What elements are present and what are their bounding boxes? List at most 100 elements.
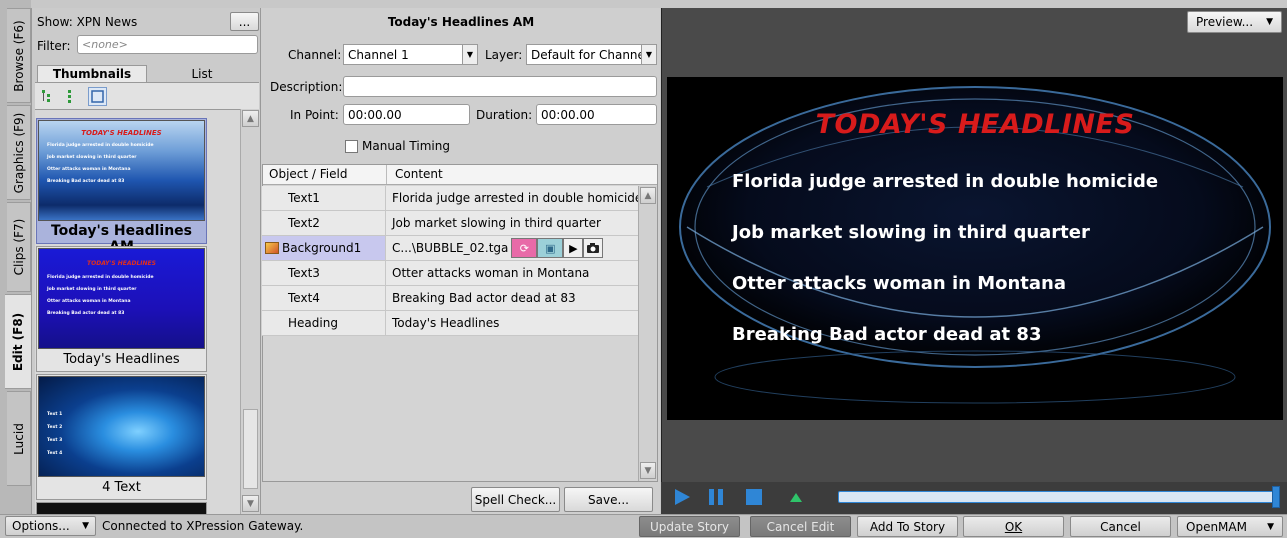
table-row[interactable]: Heading Today's Headlines <box>262 311 638 336</box>
thumbnail-line: Text 2 <box>47 425 63 430</box>
row-field: Heading <box>262 311 386 335</box>
filter-label: Filter: <box>37 39 71 53</box>
browse-image-icon[interactable]: ▣ <box>537 238 564 258</box>
description-input[interactable] <box>343 76 657 97</box>
thumbnail-line: Breaking Bad actor dead at 83 <box>47 311 125 316</box>
table-row[interactable]: Text2 Job market slowing in third quarte… <box>262 211 638 236</box>
thumbnail-heading: TODAY'S HEADLINES <box>87 260 156 267</box>
table-row[interactable]: Text3 Otter attacks woman in Montana <box>262 261 638 286</box>
scroll-down-button[interactable]: ▼ <box>640 462 656 479</box>
col-header-field[interactable]: Object / Field <box>263 165 387 184</box>
openmam-button[interactable]: OpenMAM ▼ <box>1177 516 1283 537</box>
eject-icon[interactable] <box>789 491 803 505</box>
cancel-edit-button[interactable]: Cancel Edit <box>750 516 851 537</box>
scroll-up-button[interactable]: ▲ <box>640 187 656 204</box>
frame-view-icon[interactable] <box>88 87 107 106</box>
thumbnail-item[interactable]: TODAY'S HEADLINES Florida judge arrested… <box>36 118 207 255</box>
timeline-slider-thumb[interactable] <box>1272 486 1280 508</box>
row-content[interactable]: C...\BUBBLE_02.tga <box>392 241 508 255</box>
tab-thumbnails[interactable]: Thumbnails <box>37 65 147 82</box>
row-field: Text1 <box>262 186 386 210</box>
show-more-button[interactable]: ... <box>230 12 259 31</box>
channel-label: Channel: <box>288 48 342 62</box>
show-label: Show: XPN News <box>37 15 138 29</box>
stop-icon[interactable] <box>744 487 764 507</box>
camera-icon[interactable] <box>583 238 604 258</box>
row-field: Text4 <box>262 286 386 310</box>
preview-line: Job market slowing in third quarter <box>732 222 1090 243</box>
row-field: Text2 <box>262 211 386 235</box>
play-icon[interactable] <box>672 487 692 507</box>
preview-line: Otter attacks woman in Montana <box>732 273 1067 294</box>
grid-scrollbar[interactable]: ▲ ▼ <box>638 186 657 481</box>
channel-value: Channel 1 <box>348 47 409 62</box>
thumbnail-line: Otter attacks woman in Montana <box>47 299 131 304</box>
side-tab-strip: Browse (F6) Graphics (F9) Clips (F7) Edi… <box>0 0 32 514</box>
editor-title: Today's Headlines AM <box>387 15 535 29</box>
row-content[interactable]: Breaking Bad actor dead at 83 <box>386 291 638 305</box>
tab-list[interactable]: List <box>147 66 257 82</box>
preview-line: Breaking Bad actor dead at 83 <box>732 324 1042 345</box>
save-button[interactable]: Save... <box>564 487 653 512</box>
add-to-story-button[interactable]: Add To Story <box>857 516 958 537</box>
thumbnail-line: Job market slowing in third quarter <box>47 155 137 160</box>
play-icon[interactable]: ▶ <box>563 238 584 258</box>
thumbnail-line: Job market slowing in third quarter <box>47 287 137 292</box>
edit-image-icon[interactable]: ⟳ <box>511 238 538 258</box>
tab-lucid[interactable]: Lucid <box>7 391 31 486</box>
row-field: Background1 <box>282 241 362 255</box>
tab-edit[interactable]: Edit (F8) <box>5 294 32 389</box>
thumbnail-caption: Today's Headlines <box>63 352 180 367</box>
thumbnail-image: TODAY'S HEADLINES Florida judge arrested… <box>38 120 205 221</box>
table-row[interactable]: Text4 Breaking Bad actor dead at 83 <box>262 286 638 311</box>
scroll-up-button[interactable]: ▲ <box>242 110 259 127</box>
thumbnail-item[interactable] <box>36 502 207 514</box>
tab-clips[interactable]: Clips (F7) <box>7 202 31 292</box>
column-view-icon[interactable] <box>65 89 79 103</box>
timeline-slider[interactable] <box>838 491 1280 503</box>
row-content[interactable]: Florida judge arrested in double homicid… <box>386 191 638 205</box>
options-label: Options... <box>12 519 70 533</box>
inpoint-input[interactable]: 00:00.00 <box>343 104 470 125</box>
spell-check-button[interactable]: Spell Check... <box>471 487 560 512</box>
cancel-button[interactable]: Cancel <box>1070 516 1171 537</box>
thumbnail-item[interactable]: Text 1 Text 2 Text 3 Text 4 4 Text <box>36 374 207 500</box>
manual-timing-checkbox[interactable] <box>345 140 358 153</box>
thumbnail-line: Otter attacks woman in Montana <box>47 167 131 172</box>
row-content[interactable]: Otter attacks woman in Montana <box>386 266 638 280</box>
scroll-down-button[interactable]: ▼ <box>242 495 259 512</box>
duration-input[interactable]: 00:00.00 <box>536 104 657 125</box>
scroll-thumb[interactable] <box>243 409 258 489</box>
chevron-down-icon: ▼ <box>1266 17 1273 27</box>
thumbnail-scrollbar[interactable]: ▲ ▼ <box>240 109 260 514</box>
update-story-button[interactable]: Update Story <box>639 516 740 537</box>
chevron-down-icon: ▼ <box>82 521 89 531</box>
openmam-label: OpenMAM <box>1186 519 1247 534</box>
tree-view-icon[interactable] <box>41 89 55 103</box>
layer-value: Default for Channe <box>531 47 645 62</box>
thumbnail-line: Breaking Bad actor dead at 83 <box>47 179 125 184</box>
thumbnail-item[interactable]: TODAY'S HEADLINES Florida judge arrested… <box>36 246 207 372</box>
row-content[interactable]: Today's Headlines <box>386 316 638 330</box>
thumbnail-line: Florida judge arrested in double homicid… <box>47 143 154 148</box>
table-row[interactable]: Text1 Florida judge arrested in double h… <box>262 186 638 211</box>
layer-select[interactable]: Default for Channe ▼ <box>526 44 657 65</box>
grid-header: Object / Field Content <box>263 165 657 185</box>
thumbnail-image: TODAY'S HEADLINES Florida judge arrested… <box>38 248 205 349</box>
ok-button[interactable]: OK <box>963 516 1064 537</box>
thumbnail-image: Text 1 Text 2 Text 3 Text 4 <box>38 376 205 477</box>
channel-select[interactable]: Channel 1 ▼ <box>343 44 478 65</box>
status-text: Connected to XPression Gateway. <box>102 519 304 533</box>
tab-graphics[interactable]: Graphics (F9) <box>7 105 31 200</box>
options-button[interactable]: Options... ▼ <box>5 516 96 536</box>
preview-button[interactable]: Preview... ▼ <box>1187 11 1282 33</box>
col-header-content[interactable]: Content <box>387 165 443 184</box>
duration-label: Duration: <box>476 108 533 122</box>
image-icon <box>265 242 279 254</box>
tab-browse[interactable]: Browse (F6) <box>7 8 31 103</box>
row-content[interactable]: Job market slowing in third quarter <box>386 216 638 230</box>
preview-line: Florida judge arrested in double homicid… <box>732 171 1159 192</box>
pause-icon[interactable] <box>706 487 726 507</box>
filter-input[interactable]: <none> <box>77 35 258 54</box>
table-row-selected[interactable]: Background1 C...\BUBBLE_02.tga ⟳ ▣ ▶ <box>262 236 638 261</box>
